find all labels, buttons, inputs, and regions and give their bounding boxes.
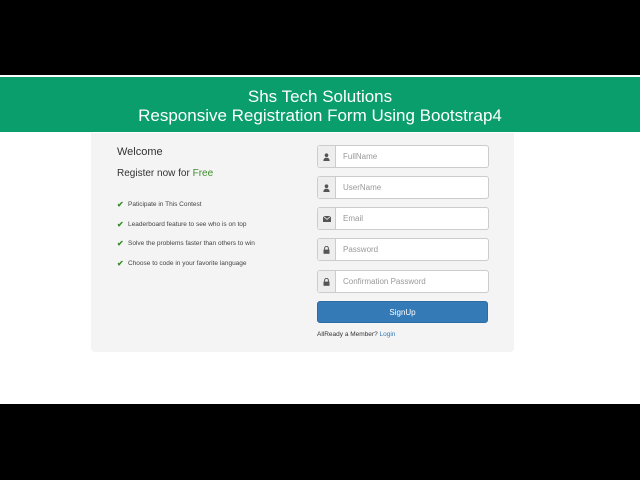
password-input[interactable]	[336, 239, 488, 260]
username-field	[317, 176, 489, 199]
confirm-password-field	[317, 270, 489, 293]
feature-item: ✔ Paticipate in This Contest	[117, 195, 255, 215]
register-free: Free	[192, 168, 214, 179]
envelope-icon	[318, 208, 336, 229]
password-field	[317, 238, 489, 261]
confirm-password-input[interactable]	[336, 271, 488, 292]
registration-card: Welcome Register now for Free ✔ Paticipat…	[91, 133, 514, 352]
feature-item: ✔ Leaderboard feature to see who is on to…	[117, 215, 255, 235]
feature-text: Leaderboard feature to see who is on top	[128, 220, 247, 228]
fullname-input[interactable]	[336, 146, 488, 167]
feature-item: ✔ Choose to code in your favorite languag…	[117, 254, 255, 274]
welcome-heading: Welcome	[117, 146, 163, 158]
email-field	[317, 207, 489, 230]
banner-subtitle: Responsive Registration Form Using Boots…	[138, 106, 502, 125]
check-icon: ✔	[117, 200, 124, 210]
feature-text: Choose to code in your favorite language	[128, 260, 247, 268]
lock-icon	[318, 271, 336, 292]
check-icon: ✔	[117, 259, 124, 269]
register-text: Register now for Free	[117, 168, 213, 179]
email-input[interactable]	[336, 208, 488, 229]
check-icon: ✔	[117, 239, 124, 249]
feature-text: Paticipate in This Contest	[128, 201, 202, 209]
register-prefix: Register now for	[117, 168, 193, 179]
username-input[interactable]	[336, 177, 488, 198]
banner-title: Shs Tech Solutions	[247, 87, 393, 106]
check-icon: ✔	[117, 219, 124, 229]
member-text: AllReady a Member? Login	[317, 331, 395, 338]
login-link[interactable]: Login	[380, 331, 396, 338]
lock-icon	[318, 239, 336, 260]
user-icon	[318, 146, 336, 167]
signup-button[interactable]: SignUp	[317, 301, 488, 323]
fullname-field	[317, 145, 489, 168]
title-banner: Shs Tech Solutions Responsive Registrati…	[0, 77, 640, 132]
feature-list: ✔ Paticipate in This Contest ✔ Leaderboard…	[117, 195, 255, 273]
feature-text: Solve the problems faster than others to…	[128, 240, 255, 248]
user-icon	[318, 177, 336, 198]
feature-item: ✔ Solve the problems faster than others t…	[117, 234, 255, 254]
member-prompt: AllReady a Member?	[317, 331, 380, 338]
